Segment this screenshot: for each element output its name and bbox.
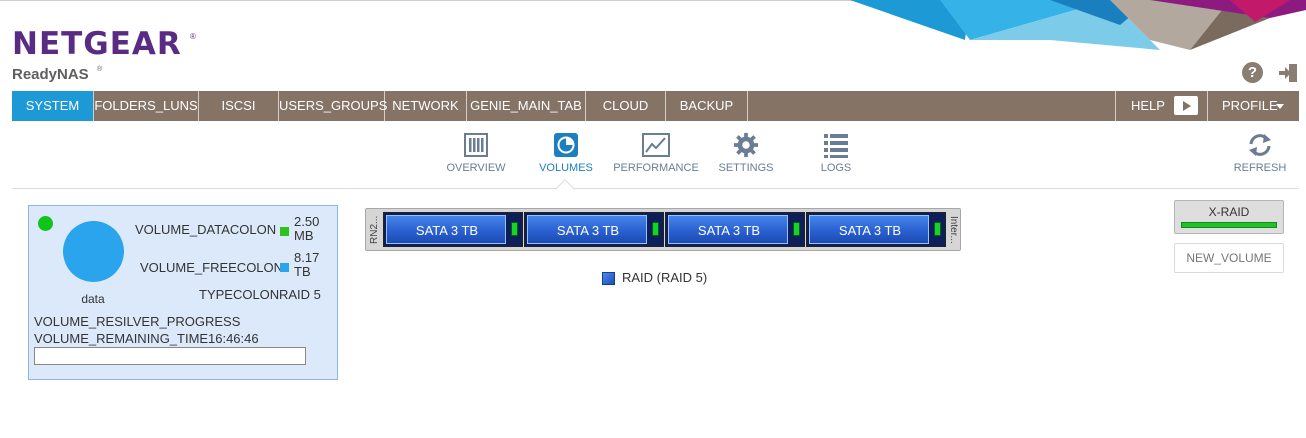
chassis-internal-label: Inter... bbox=[948, 215, 959, 244]
drive-label: SATA 3 TB bbox=[415, 223, 479, 238]
drive-label: SATA 3 TB bbox=[556, 223, 620, 238]
logout-icon[interactable] bbox=[1277, 62, 1299, 84]
help-label: HELP bbox=[1131, 98, 1165, 113]
volume-usage-pie bbox=[63, 221, 124, 282]
subtab-label: VOLUMES bbox=[539, 162, 593, 174]
drive-label: SATA 3 TB bbox=[838, 223, 902, 238]
subtab-logs[interactable]: LOGS bbox=[786, 132, 886, 182]
drive-2: SATA 3 TB bbox=[527, 215, 647, 244]
volume-type-value: RAID 5 bbox=[279, 287, 321, 302]
subtab-volumes[interactable]: VOLUMES bbox=[516, 132, 616, 182]
drive-bay-3[interactable]: SATA 3 TB bbox=[665, 212, 805, 247]
volume-name: data bbox=[81, 292, 105, 306]
tab-folders-luns[interactable]: FOLDERS_LUNS bbox=[94, 91, 199, 121]
help-button[interactable]: HELP bbox=[1115, 91, 1208, 121]
resilver-progress-bar bbox=[34, 347, 306, 365]
refresh-label: REFRESH bbox=[1233, 162, 1287, 174]
performance-icon bbox=[642, 133, 670, 157]
product-name: ReadyNAS bbox=[12, 66, 89, 83]
tab-users-groups[interactable]: USERS_GROUPS bbox=[279, 91, 387, 121]
drive-bay-2[interactable]: SATA 3 TB bbox=[524, 212, 664, 247]
drive-led bbox=[511, 222, 518, 236]
status-indicator bbox=[38, 216, 53, 231]
subtab-overview[interactable]: OVERVIEW bbox=[426, 132, 526, 182]
subtab-label: LOGS bbox=[820, 162, 852, 174]
volume-free-value: 8.17 TB bbox=[294, 250, 320, 279]
raid-legend-label: RAID (RAID 5) bbox=[622, 270, 708, 285]
profile-menu[interactable]: PROFILE bbox=[1209, 91, 1299, 121]
refresh-button[interactable]: REFRESH bbox=[1210, 132, 1306, 182]
data-legend-swatch bbox=[280, 227, 289, 236]
refresh-icon bbox=[1249, 134, 1271, 156]
drive-led bbox=[652, 222, 659, 236]
drive-led bbox=[793, 222, 800, 236]
active-tab-pointer bbox=[555, 179, 575, 199]
product-trademark: ® bbox=[97, 66, 103, 73]
xraid-label: X-RAID bbox=[1208, 205, 1250, 219]
volumes-icon bbox=[554, 133, 578, 157]
remaining-time-value: 16:46:46 bbox=[208, 331, 259, 346]
chevron-down-icon bbox=[1276, 104, 1284, 109]
volume-free-label: VOLUME_FREECOLON bbox=[140, 260, 284, 275]
subtab-settings[interactable]: SETTINGS bbox=[696, 132, 796, 182]
volume-type-label: TYPECOLON bbox=[199, 287, 280, 302]
logo-trademark: ® bbox=[190, 32, 196, 41]
tab-iscsi[interactable]: ISCSI bbox=[199, 91, 279, 121]
drive-4: SATA 3 TB bbox=[809, 215, 929, 244]
tab-network[interactable]: NETWORK bbox=[385, 91, 467, 121]
subtab-divider bbox=[12, 188, 1299, 189]
play-icon bbox=[1174, 96, 1198, 115]
free-legend-swatch bbox=[280, 263, 289, 272]
tab-system[interactable]: SYSTEM bbox=[12, 91, 94, 121]
subtab-performance[interactable]: PERFORMANCE bbox=[606, 132, 706, 182]
tab-cloud[interactable]: CLOUD bbox=[586, 91, 666, 121]
xraid-status-bar bbox=[1181, 222, 1277, 228]
new-volume-button[interactable]: NEW_VOLUME bbox=[1174, 243, 1284, 273]
resilver-progress-label: VOLUME_RESILVER_PROGRESS bbox=[34, 314, 241, 329]
tab-genie[interactable]: GENIE_MAIN_TAB bbox=[467, 91, 586, 121]
tab-backup[interactable]: BACKUP bbox=[666, 91, 748, 121]
profile-label: PROFILE bbox=[1222, 98, 1278, 113]
raid-legend-swatch bbox=[602, 272, 615, 285]
gear-icon bbox=[733, 132, 759, 158]
volume-data-label: VOLUME_DATACOLON bbox=[135, 222, 277, 237]
main-nav: SYSTEM FOLDERS_LUNS ISCSI USERS_GROUPS N… bbox=[12, 91, 1299, 121]
subtab-label: OVERVIEW bbox=[446, 162, 506, 174]
drive-1: SATA 3 TB bbox=[386, 215, 506, 244]
question-circle-icon[interactable]: ? bbox=[1242, 62, 1263, 83]
drive-bay-1[interactable]: SATA 3 TB bbox=[383, 212, 523, 247]
drive-led bbox=[934, 222, 941, 236]
xraid-toggle[interactable]: X-RAID bbox=[1174, 200, 1284, 234]
subtab-label: PERFORMANCE bbox=[613, 162, 699, 174]
list-icon bbox=[824, 134, 848, 158]
remaining-time-label: VOLUME_REMAINING_TIME bbox=[34, 331, 209, 346]
drive-label: SATA 3 TB bbox=[697, 223, 761, 238]
banner-graphic bbox=[850, 0, 1306, 50]
overview-icon bbox=[464, 133, 488, 157]
volume-card[interactable]: data VOLUME_DATACOLON 2.50 MB VOLUME_FRE… bbox=[28, 205, 338, 380]
volume-data-value: 2.50 MB bbox=[294, 214, 320, 243]
nas-chassis: RN2... SATA 3 TB SATA 3 TB SATA 3 TB SAT… bbox=[365, 208, 961, 251]
chassis-model-label: RN2... bbox=[369, 215, 380, 244]
drive-bay-4[interactable]: SATA 3 TB bbox=[806, 212, 946, 247]
drive-3: SATA 3 TB bbox=[668, 215, 788, 244]
subtab-label: SETTINGS bbox=[718, 162, 774, 174]
netgear-logo: NETGEAR bbox=[12, 26, 182, 62]
